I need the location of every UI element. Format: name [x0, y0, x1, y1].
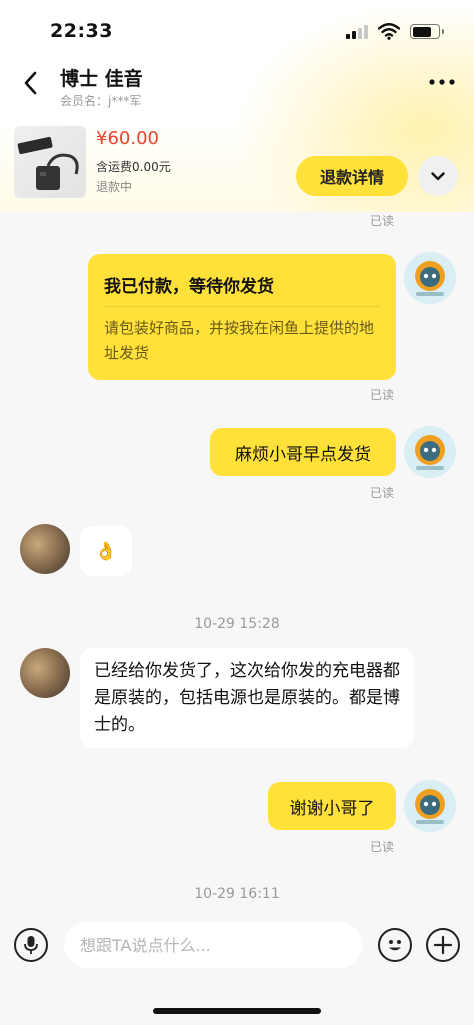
- product-price: ¥60.00: [96, 128, 159, 149]
- refund-status: 退款中: [96, 180, 133, 194]
- back-icon[interactable]: [18, 68, 44, 98]
- my-avatar[interactable]: [404, 426, 456, 478]
- product-card[interactable]: ¥60.00 含运费0.00元 退款中 退款详情: [0, 120, 474, 206]
- seller-avatar[interactable]: [20, 524, 70, 574]
- expand-button[interactable]: [418, 156, 458, 196]
- microphone-icon: [24, 936, 38, 954]
- member-label: 会员名：j***军: [60, 94, 142, 108]
- message-bubble[interactable]: 麻烦小哥早点发货: [210, 428, 396, 476]
- more-icon[interactable]: [428, 78, 456, 86]
- status-bar: 22:33: [0, 0, 474, 60]
- status-time: 22:33: [50, 20, 113, 42]
- chat-header: 博士 佳音 会员名：j***军: [0, 60, 474, 120]
- input-bar: [0, 912, 474, 982]
- refund-detail-button[interactable]: 退款详情: [296, 156, 408, 196]
- emoji-icon: [389, 940, 401, 951]
- read-receipt: 已读: [370, 486, 395, 500]
- seller-name[interactable]: 博士 佳音: [60, 64, 143, 91]
- payment-card-title: 我已付款，等待你发货: [104, 277, 274, 297]
- more-actions-button[interactable]: [426, 928, 460, 962]
- signal-icon: [346, 25, 368, 39]
- read-receipt: 已读: [370, 840, 395, 854]
- card-divider: [104, 306, 380, 307]
- payment-card-desc: 请包装好商品，并按我在闲鱼上提供的地址发货: [104, 319, 375, 362]
- seller-avatar[interactable]: [20, 648, 70, 698]
- emoji-button[interactable]: [378, 928, 412, 962]
- message-bubble[interactable]: 谢谢小哥了: [268, 782, 396, 830]
- message-input[interactable]: [64, 922, 362, 968]
- product-shipping: 含运费0.00元: [96, 160, 171, 174]
- voice-button[interactable]: [14, 928, 48, 962]
- payment-status-card[interactable]: 我已付款，等待你发货 请包装好商品，并按我在闲鱼上提供的地址发货: [88, 254, 396, 380]
- message-bubble[interactable]: 已经给你发货了，这次给你发的充电器都是原装的，包括电源也是原装的。都是博士的。: [80, 648, 414, 748]
- read-receipt: 已读: [370, 214, 395, 228]
- my-avatar[interactable]: [404, 780, 456, 832]
- battery-icon: [410, 24, 444, 39]
- message-timestamp: 10-29 15:28: [194, 616, 280, 632]
- wifi-icon: [378, 23, 400, 40]
- product-thumbnail[interactable]: [14, 126, 86, 198]
- emoji-message[interactable]: 👌: [80, 526, 132, 576]
- chevron-down-icon: [431, 171, 445, 180]
- my-avatar[interactable]: [404, 252, 456, 304]
- home-indicator: [153, 1008, 321, 1014]
- message-timestamp: 10-29 16:11: [194, 886, 280, 902]
- plus-icon: [433, 935, 453, 955]
- read-receipt: 已读: [370, 388, 395, 402]
